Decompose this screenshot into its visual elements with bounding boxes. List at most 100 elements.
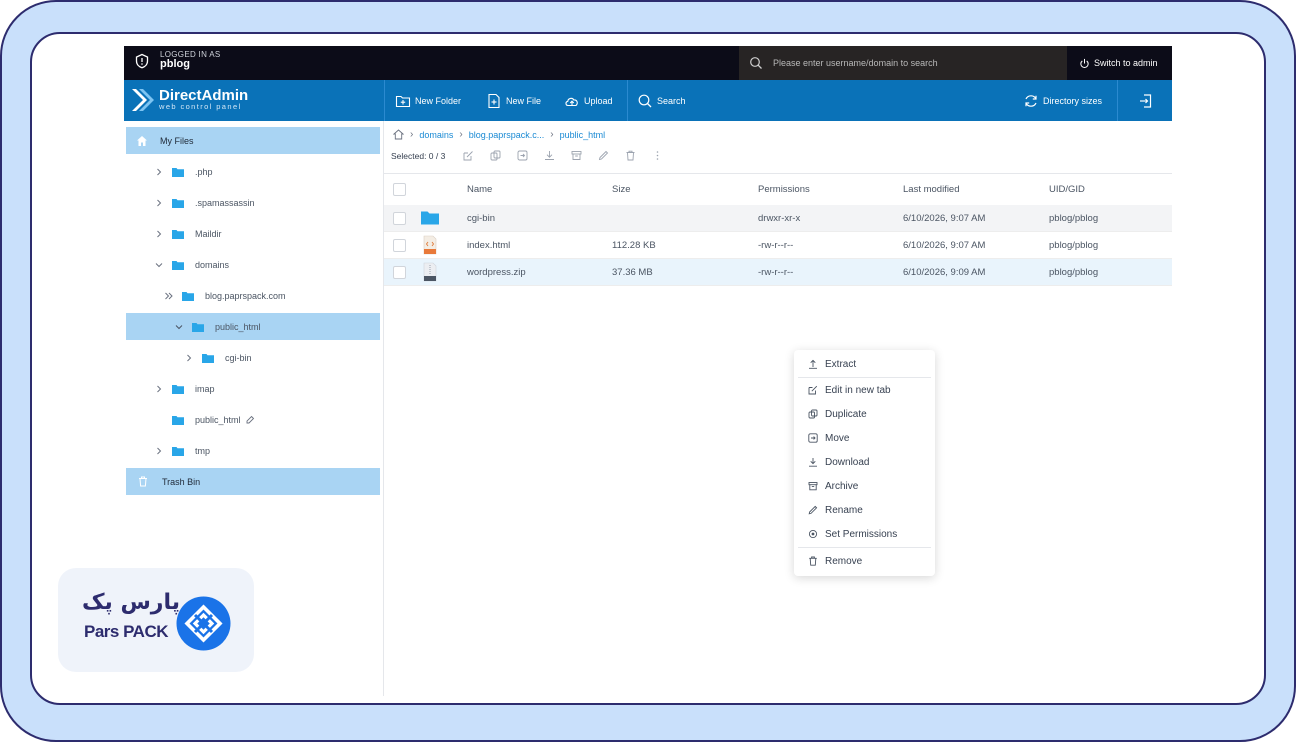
file-uid-gid: pblog/pblog xyxy=(1049,239,1099,251)
home-icon[interactable] xyxy=(393,129,404,140)
context-set-permissions[interactable]: Set Permissions xyxy=(794,524,935,544)
file-modified: 6/10/2026, 9:09 AM xyxy=(903,266,986,278)
sidebar-item-public-html-link[interactable]: public_html xyxy=(126,406,380,433)
context-move[interactable]: Move xyxy=(794,428,935,448)
breadcrumb-public-html[interactable]: public_html xyxy=(560,130,606,140)
directadmin-window: LOGGED IN AS pblog Switch to admin xyxy=(124,46,1172,696)
download-icon[interactable] xyxy=(544,150,555,161)
parspack-logo-icon xyxy=(176,596,231,651)
sidebar-item-php[interactable]: .php xyxy=(126,158,380,185)
sidebar-item-public-html[interactable]: public_html xyxy=(126,313,380,340)
sidebar-item-tmp[interactable]: tmp xyxy=(126,437,380,464)
context-item-label: Rename xyxy=(825,504,863,516)
sidebar-item-trash-bin[interactable]: Trash Bin xyxy=(126,468,380,495)
context-menu: Extract Edit in new tab Duplicate Move D… xyxy=(794,350,935,576)
row-checkbox[interactable] xyxy=(393,265,406,279)
directory-sizes-label: Directory sizes xyxy=(1043,95,1103,106)
context-archive[interactable]: Archive xyxy=(794,476,935,496)
column-size[interactable]: Size xyxy=(612,184,758,195)
archive-icon[interactable] xyxy=(571,150,582,161)
sidebar-item-label: blog.paprspack.com xyxy=(205,290,286,301)
row-checkbox[interactable] xyxy=(393,238,406,252)
search-button[interactable]: Search xyxy=(637,80,686,121)
duplicate-icon[interactable] xyxy=(490,150,501,161)
logout-button[interactable] xyxy=(1138,80,1158,121)
breadcrumb-domains[interactable]: domains xyxy=(419,130,453,140)
logout-icon xyxy=(1140,93,1152,108)
edit-icon xyxy=(808,385,818,395)
breadcrumb-blog-domain[interactable]: blog.paprspack.c... xyxy=(469,130,545,140)
home-icon xyxy=(137,135,147,146)
switch-to-admin-button[interactable]: Switch to admin xyxy=(1079,46,1158,80)
select-all-checkbox[interactable] xyxy=(393,183,406,196)
folder-icon xyxy=(182,291,194,301)
sidebar-item-label: public_html xyxy=(195,414,241,425)
directadmin-logo[interactable]: DirectAdmin web control panel xyxy=(130,87,248,113)
parspack-english-wordmark: Pars PACK xyxy=(84,622,169,641)
sidebar-item-imap[interactable]: imap xyxy=(126,375,380,402)
sidebar-item-my-files[interactable]: My Files xyxy=(126,127,380,154)
context-item-label: Archive xyxy=(825,480,859,492)
table-row[interactable]: cgi-bin drwxr-xr-x 6/10/2026, 9:07 AM pb… xyxy=(384,205,1172,232)
upload-button[interactable]: Upload xyxy=(564,80,613,121)
table-row[interactable]: wordpress.zip 37.36 MB -rw-r--r-- 6/10/2… xyxy=(384,259,1172,286)
chevron-right-icon xyxy=(157,447,162,454)
new-folder-button[interactable]: New Folder xyxy=(395,80,461,121)
breadcrumb-separator: › xyxy=(410,129,414,140)
move-icon[interactable] xyxy=(517,150,528,161)
file-permissions: drwxr-xr-x xyxy=(758,212,801,224)
sidebar-item-cgi-bin[interactable]: cgi-bin xyxy=(126,344,380,371)
chevron-down-icon xyxy=(175,324,183,329)
sidebar-item-label: My Files xyxy=(160,135,194,146)
sidebar-item-spamassassin[interactable]: .spamassassin xyxy=(126,189,380,216)
delete-icon[interactable] xyxy=(625,150,636,161)
username: pblog xyxy=(160,58,190,71)
context-extract[interactable]: Extract xyxy=(794,354,935,374)
archive-icon xyxy=(808,482,818,491)
directory-sizes-button[interactable]: Directory sizes xyxy=(1023,80,1102,121)
sidebar-item-blog-domain[interactable]: blog.paprspack.com xyxy=(126,282,380,309)
column-name[interactable]: Name xyxy=(467,184,612,195)
file-uid-gid: pblog/pblog xyxy=(1049,266,1099,278)
file-table: Name Size Permissions Last modified UID/… xyxy=(384,173,1172,286)
file-size: 112.28 KB xyxy=(612,239,656,251)
chevron-down-icon xyxy=(155,262,163,267)
table-row[interactable]: index.html 112.28 KB -rw-r--r-- 6/10/202… xyxy=(384,232,1172,259)
new-folder-label: New Folder xyxy=(415,95,462,106)
new-file-button[interactable]: New File xyxy=(486,80,541,121)
file-size: 37.36 MB xyxy=(612,266,653,278)
context-item-label: Set Permissions xyxy=(825,528,898,540)
row-checkbox[interactable] xyxy=(393,211,406,225)
context-item-label: Remove xyxy=(825,555,863,567)
context-download[interactable]: Download xyxy=(794,452,935,472)
selection-count: Selected: 0 / 3 xyxy=(391,150,446,161)
edit-icon[interactable] xyxy=(463,150,474,161)
search-input[interactable] xyxy=(773,58,1063,68)
context-item-label: Edit in new tab xyxy=(825,384,891,396)
folder-icon xyxy=(192,322,204,332)
context-edit-new-tab[interactable]: Edit in new tab xyxy=(794,380,935,400)
column-last-modified[interactable]: Last modified xyxy=(903,184,1049,195)
context-rename[interactable]: Rename xyxy=(794,500,935,520)
parspack-persian-wordmark: پارس پک xyxy=(82,590,180,615)
extract-icon xyxy=(809,359,817,369)
folder-icon xyxy=(172,384,184,394)
folder-icon xyxy=(172,229,184,239)
folder-icon xyxy=(172,260,184,270)
column-permissions[interactable]: Permissions xyxy=(758,184,903,195)
more-options-icon[interactable] xyxy=(652,150,663,161)
logo-title: DirectAdmin xyxy=(159,87,249,105)
sidebar-item-maildir[interactable]: Maildir xyxy=(126,220,380,247)
folder-icon xyxy=(421,211,439,225)
context-remove[interactable]: Remove xyxy=(794,551,935,571)
new-file-label: New File xyxy=(506,95,542,106)
new-folder-icon xyxy=(395,95,411,107)
sidebar-item-label: imap xyxy=(195,383,215,394)
rename-icon[interactable] xyxy=(598,150,609,161)
menu-divider xyxy=(798,547,931,548)
duplicate-icon xyxy=(808,409,818,419)
sidebar-item-domains[interactable]: domains xyxy=(126,251,380,278)
column-uid-gid[interactable]: UID/GID xyxy=(1049,184,1169,195)
search-icon xyxy=(750,57,762,69)
context-duplicate[interactable]: Duplicate xyxy=(794,404,935,424)
